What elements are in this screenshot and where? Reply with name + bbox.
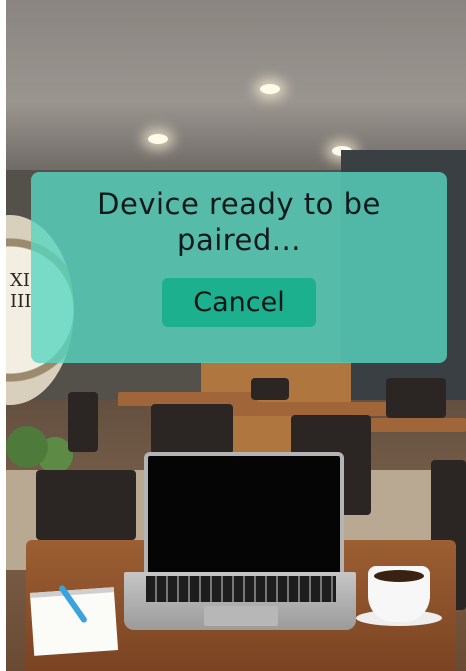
chair: [151, 404, 233, 454]
chair: [251, 378, 289, 400]
chair: [36, 470, 136, 540]
cancel-button[interactable]: Cancel: [162, 278, 316, 327]
pairing-status-message: Device ready to be paired...: [97, 187, 381, 257]
laptop-screen: [144, 452, 344, 582]
chair: [386, 378, 446, 418]
ceiling-light: [260, 84, 280, 94]
clock-numerals: XI III: [10, 270, 32, 312]
ceiling: [6, 0, 466, 170]
cafe-table: [211, 402, 391, 416]
chair: [68, 392, 98, 452]
ceiling-light: [148, 134, 168, 144]
notebook: [29, 587, 119, 656]
laptop-trackpad: [204, 606, 278, 626]
laptop-keyboard: [146, 576, 336, 602]
cafe-table: [366, 418, 466, 432]
pairing-dialog: Device ready to be paired... Cancel: [31, 172, 447, 363]
coffee: [374, 570, 424, 582]
